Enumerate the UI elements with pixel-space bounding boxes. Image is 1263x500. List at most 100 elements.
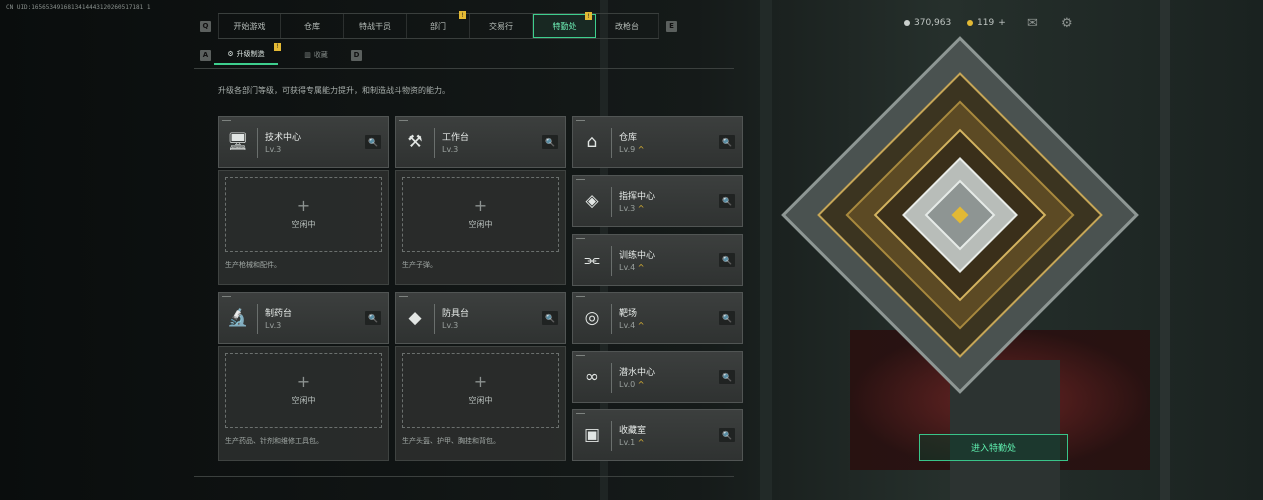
divider	[611, 187, 612, 217]
coupon-display[interactable]: 119 +	[967, 18, 1006, 28]
plus-icon: +	[473, 196, 488, 215]
nav-prev-key[interactable]: Q	[200, 20, 211, 32]
monitor-icon: 🖥	[227, 132, 249, 152]
sub-nav: A ⚙ 升级制造 ! ▥ 收藏 D	[200, 42, 362, 66]
production-slot-workbench[interactable]: + 空闲中	[402, 177, 559, 252]
tab-trading[interactable]: 交易行	[470, 14, 533, 38]
coin-icon	[904, 20, 910, 26]
gear-icon[interactable]: ⚙	[1061, 16, 1073, 31]
dumbbell-icon: ⫘	[584, 250, 600, 270]
tab-warehouse[interactable]: 仓库	[281, 14, 344, 38]
enter-special-ops-button[interactable]: 进入特勤处	[919, 434, 1068, 461]
tab-label: 改枪台	[615, 21, 639, 31]
facility-level: Lv.4	[619, 321, 636, 330]
facility-level: Lv.1	[619, 438, 636, 447]
tab-label: 开始游戏	[233, 21, 266, 31]
station-level: Lv.3	[265, 145, 282, 154]
facility-level: Lv.0	[619, 380, 636, 389]
facility-level: Lv.3	[619, 204, 636, 213]
plus-icon: +	[296, 372, 311, 391]
search-icon[interactable]: 🔍	[719, 194, 735, 208]
currency-display: 370,963	[904, 18, 951, 28]
search-icon[interactable]: 🔍	[719, 370, 735, 384]
collection-tab-icon: ▥	[304, 51, 311, 59]
station-pharmacy[interactable]: 🔬 制药台 Lv.3 🔍	[218, 292, 389, 344]
microscope-icon: 🔬	[227, 308, 249, 328]
subnav-prev-key[interactable]: A	[200, 49, 211, 61]
facility-warehouse[interactable]: ⌂ 仓库 Lv.9 ^ 🔍	[572, 116, 743, 168]
mail-icon[interactable]: ✉	[1027, 16, 1038, 31]
facility-level-row: Lv.4 ^	[619, 321, 644, 330]
corner-tick	[576, 120, 585, 121]
search-icon[interactable]: 🔍	[719, 428, 735, 442]
divider	[611, 363, 612, 393]
divider	[194, 476, 734, 477]
corner-tick	[222, 120, 231, 121]
facility-name: 潜水中心	[619, 368, 656, 378]
production-slot-armor[interactable]: + 空闲中	[402, 353, 559, 428]
facility-name: 仓库	[619, 133, 638, 143]
production-slot-tech-center[interactable]: + 空闲中	[225, 177, 382, 252]
station-name: 制药台	[265, 309, 293, 319]
tab-label: 特勤处	[552, 21, 577, 31]
tab-label: 仓库	[304, 21, 320, 31]
nav-next-key[interactable]: E	[666, 20, 677, 32]
search-icon[interactable]: 🔍	[719, 135, 735, 149]
coupon-amount: 119	[977, 18, 995, 28]
facility-command-center[interactable]: ◈ 指挥中心 Lv.3 ^ 🔍	[572, 175, 743, 227]
divider	[611, 421, 612, 451]
target-icon: ◎	[584, 308, 600, 328]
station-name: 技术中心	[265, 133, 302, 143]
facility-diving-center[interactable]: ∞ 潜水中心 Lv.0 ^ 🔍	[572, 351, 743, 403]
production-slot-panel: + 空闲中 生产子弹。	[395, 170, 566, 285]
tab-gunsmith[interactable]: 改枪台	[596, 14, 659, 38]
corner-tick	[576, 238, 585, 239]
station-armor[interactable]: ◆ 防具台 Lv.3 🔍	[395, 292, 566, 344]
plus-icon: +	[473, 372, 488, 391]
search-icon[interactable]: 🔍	[719, 311, 735, 325]
corner-tick	[576, 296, 585, 297]
production-slot-pharmacy[interactable]: + 空闲中	[225, 353, 382, 428]
tab-special-ops[interactable]: 特勤处!	[533, 12, 596, 38]
divider	[611, 246, 612, 276]
tab-operators[interactable]: 特战干员	[344, 14, 407, 38]
coupon-icon	[967, 20, 973, 26]
corner-tick	[576, 355, 585, 356]
search-icon[interactable]: 🔍	[542, 311, 558, 325]
facility-shooting-range[interactable]: ◎ 靶场 Lv.4 ^ 🔍	[572, 292, 743, 344]
facility-name: 收藏室	[619, 426, 647, 436]
facility-level: Lv.9	[619, 145, 636, 154]
warehouse-icon: ⌂	[586, 132, 598, 152]
facility-training-center[interactable]: ⫘ 训练中心 Lv.4 ^ 🔍	[572, 234, 743, 286]
corner-tick	[576, 179, 585, 180]
tab-start-game[interactable]: 开始游戏	[218, 14, 281, 38]
station-name: 工作台	[442, 133, 470, 143]
notification-badge: !	[274, 42, 281, 51]
tab-departments[interactable]: 部门!	[407, 11, 470, 38]
search-icon[interactable]: 🔍	[365, 135, 381, 149]
search-icon[interactable]: 🔍	[719, 253, 735, 267]
upgrade-arrow-icon: ^	[637, 321, 645, 330]
search-icon[interactable]: 🔍	[365, 311, 381, 325]
subnav-next-key[interactable]: D	[351, 49, 362, 61]
facility-level-row: Lv.1 ^	[619, 438, 644, 447]
upgrade-icon: ⚙	[227, 50, 234, 58]
divider	[257, 128, 258, 158]
facility-collection-room[interactable]: ▣ 收藏室 Lv.1 ^ 🔍	[572, 409, 743, 461]
facility-name: 靶场	[619, 309, 638, 319]
divider	[434, 128, 435, 158]
tab-upgrade-manufacture[interactable]: ⚙ 升级制造 !	[214, 42, 281, 65]
notification-badge: !	[459, 11, 466, 19]
station-note: 生产头盔、护甲、胸挂和背包。	[402, 437, 500, 445]
search-icon[interactable]: 🔍	[542, 135, 558, 149]
production-slot-panel: + 空闲中 生产头盔、护甲、胸挂和背包。	[395, 346, 566, 461]
main-nav: Q 开始游戏 仓库 特战干员 部门! 交易行 特勤处! 改枪台 E	[200, 11, 677, 39]
tools-icon: ⚒	[407, 132, 423, 152]
station-workbench[interactable]: ⚒ 工作台 Lv.3 🔍	[395, 116, 566, 168]
upgrade-arrow-icon: ^	[637, 380, 645, 389]
add-coupon-button[interactable]: +	[998, 18, 1006, 28]
slot-status: 空闲中	[468, 396, 493, 405]
tab-collection[interactable]: ▥ 收藏	[284, 46, 348, 65]
station-tech-center[interactable]: 🖥 技术中心 Lv.3 🔍	[218, 116, 389, 168]
station-note: 生产子弹。	[402, 261, 437, 269]
